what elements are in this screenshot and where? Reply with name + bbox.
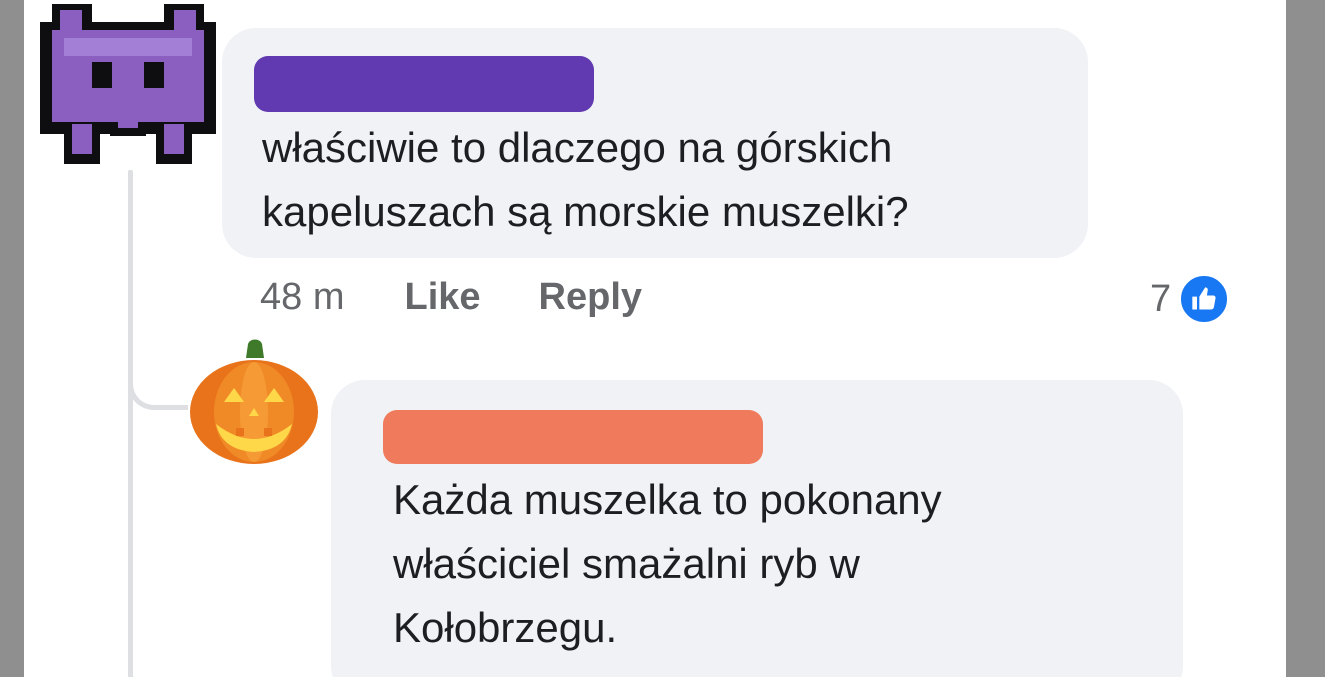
comment-actions: 48 m Like Reply <box>260 276 700 319</box>
author-name-redacted[interactable] <box>383 410 763 464</box>
like-button[interactable]: Like <box>404 276 480 319</box>
reply-bubble: Każda muszelka to pokonany właściciel sm… <box>331 380 1183 677</box>
thread-line <box>128 170 133 677</box>
jack-o-lantern-icon[interactable] <box>186 336 322 466</box>
comment-thread: właściwie to dlaczego na górskich kapelu… <box>24 0 1286 677</box>
reaction-summary[interactable]: 7 <box>1150 272 1232 326</box>
comment-bubble: właściwie to dlaczego na górskich kapelu… <box>222 28 1088 258</box>
reaction-count: 7 <box>1150 277 1172 320</box>
thread-branch-connector <box>128 330 188 410</box>
thumbs-up-icon <box>1177 272 1232 326</box>
comment-text: Każda muszelka to pokonany właściciel sm… <box>393 476 942 651</box>
reply-button[interactable]: Reply <box>539 276 642 319</box>
author-name-redacted[interactable] <box>254 56 594 112</box>
comment-text: właściwie to dlaczego na górskich kapelu… <box>262 124 909 235</box>
alien-monster-icon[interactable] <box>34 4 222 164</box>
comment-timestamp[interactable]: 48 m <box>260 276 344 319</box>
